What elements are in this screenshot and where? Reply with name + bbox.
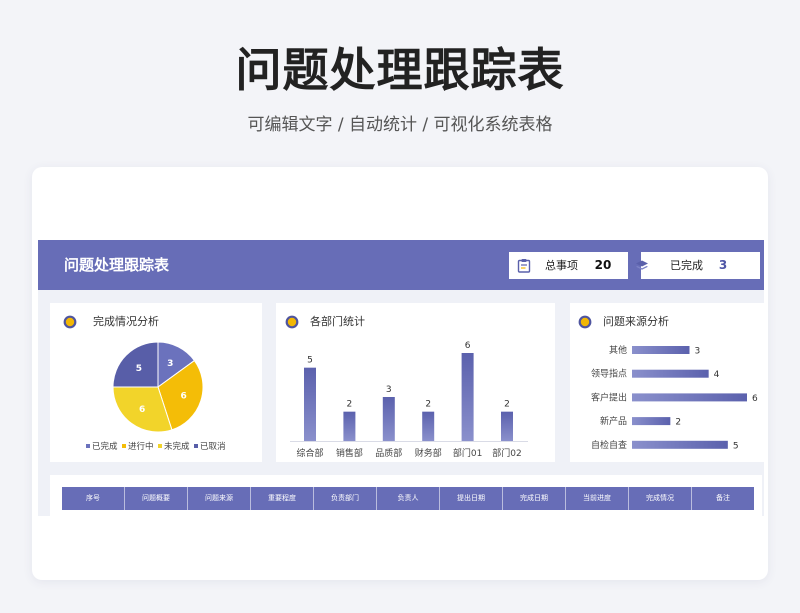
- column-header: 备注: [716, 494, 730, 502]
- completion-panel: 3 6 6 5 已完成 进行中 未完成 已取消 完成情况分析: [50, 303, 262, 462]
- hbar-value-label: 3: [695, 347, 701, 357]
- bar-value-label: 6: [465, 341, 471, 351]
- table-area: 序号 问题概要 问题来源 重要程度 负责部门 负责人 提出日期 完成日期 当前进…: [50, 475, 762, 516]
- hbar-category-label: 客户提出: [591, 391, 627, 403]
- bar: [382, 397, 395, 441]
- bar: [343, 411, 356, 441]
- kpi-value: 3: [718, 258, 728, 272]
- hbar: [632, 440, 728, 449]
- bar: [304, 367, 316, 441]
- bar-value-label: 2: [347, 400, 353, 410]
- bar-category-label: 部门01: [453, 447, 482, 459]
- legend-swatch: [194, 444, 198, 448]
- legend-label: 未完成: [164, 441, 190, 452]
- hbar-category-label: 其他: [609, 344, 627, 356]
- hbar-value-label: 6: [752, 394, 758, 404]
- kpi-completed: 已完成 3: [636, 252, 760, 279]
- bar: [422, 411, 435, 441]
- dashboard-header: 问题处理跟踪表 总事项 20 已完成 3: [38, 240, 764, 290]
- legend-label: 已取消: [200, 441, 226, 452]
- hbar-value-label: 5: [733, 441, 739, 451]
- column-header: 当前进度: [566, 487, 629, 510]
- column-header: 负责部门: [314, 487, 377, 510]
- kpi-value: 20: [594, 258, 612, 272]
- circle-bullet-icon: [285, 314, 299, 329]
- source-panel: 其他 3 领导指点 4 客户提出 6 新产品 2 自检自查 5 问题来源分析: [570, 303, 764, 462]
- panel-title: 各部门统计: [310, 315, 365, 328]
- hbar-value-label: 4: [714, 370, 720, 380]
- bar-category-label: 综合部: [296, 447, 323, 459]
- panel-header: 问题来源分析: [578, 313, 669, 329]
- circle-bullet-icon: [578, 314, 592, 329]
- hbar-category-label: 新产品: [600, 415, 627, 427]
- bar: [461, 353, 474, 441]
- bar-category-label: 财务部: [415, 447, 442, 459]
- panel-header: 各部门统计: [285, 313, 365, 329]
- hbar-value-label: 2: [675, 418, 681, 428]
- panel-title: 问题来源分析: [603, 315, 669, 328]
- clipboard-icon: [517, 258, 531, 273]
- preview-card: 问题处理跟踪表 总事项 20 已完成 3 3 6 6 5 已完成 进行中 未完成…: [32, 167, 768, 580]
- bar-value-label: 2: [425, 400, 431, 410]
- legend-label: 进行中: [128, 441, 154, 452]
- dashboard-body: 3 6 6 5 已完成 进行中 未完成 已取消 完成情况分析 5 综合部 2 销售部 3 品质部 2 财务部…: [38, 290, 764, 516]
- column-header: 提出日期: [440, 487, 503, 510]
- legend-swatch: [86, 444, 90, 448]
- legend-label: 已完成: [92, 441, 118, 452]
- circle-bullet-icon: [63, 314, 77, 329]
- bar-value-label: 2: [504, 400, 510, 410]
- bar: [501, 411, 513, 441]
- panel-title: 完成情况分析: [93, 315, 159, 328]
- panel-header: 完成情况分析: [63, 313, 159, 329]
- legend-swatch: [158, 444, 162, 448]
- bar-category-label: 部门02: [492, 447, 521, 459]
- kpi-total-items: 总事项 20: [509, 252, 628, 279]
- bar-value-label: 5: [307, 356, 313, 366]
- layers-icon: [635, 258, 649, 273]
- bar-value-label: 3: [386, 385, 392, 395]
- column-header: 完成日期: [503, 487, 566, 510]
- hbar: [632, 417, 671, 426]
- column-header: 序号: [62, 487, 125, 510]
- pie-value-label: 6: [139, 405, 145, 415]
- department-panel: 5 综合部 2 销售部 3 品质部 2 财务部 6 部门01 2 部门02 各部门统计: [276, 303, 555, 462]
- dashboard-title: 问题处理跟踪表: [64, 256, 170, 274]
- kpi-label: 总事项: [545, 259, 578, 272]
- bar-category-label: 销售部: [336, 447, 363, 459]
- bar-category-label: 品质部: [375, 447, 402, 459]
- legend-swatch: [122, 444, 126, 448]
- kpi-label: 已完成: [670, 259, 703, 272]
- pie-value-label: 3: [167, 359, 173, 369]
- column-header: 负责人: [377, 487, 440, 510]
- pie-value-label: 5: [136, 364, 142, 374]
- page-title: 问题处理跟踪表: [235, 43, 565, 97]
- hbar-category-label: 领导指点: [591, 368, 627, 380]
- table-header-row: 序号 问题概要 问题来源 重要程度 负责部门 负责人 提出日期 完成日期 当前进…: [62, 487, 754, 510]
- column-header: 问题来源: [188, 487, 251, 510]
- pie-value-label: 6: [181, 391, 187, 401]
- hbar-category-label: 自检自查: [591, 439, 627, 451]
- page-subtitle: 可编辑文字 / 自动统计 / 可视化系统表格: [247, 115, 553, 135]
- hbar: [632, 346, 690, 354]
- column-header: 重要程度: [251, 487, 314, 510]
- hbar: [632, 393, 747, 402]
- column-header: 问题概要: [125, 487, 188, 510]
- hbar: [632, 369, 709, 378]
- column-header: 完成情况: [629, 487, 692, 510]
